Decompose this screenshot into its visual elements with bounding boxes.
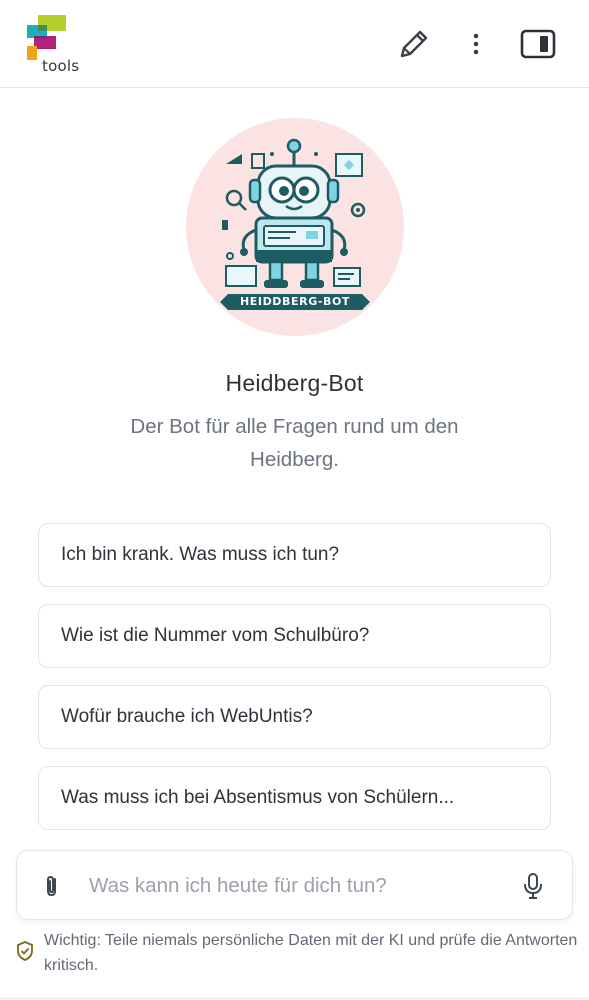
suggestion-list: Ich bin krank. Was muss ich tun? Wie ist… (38, 523, 551, 847)
chat-input[interactable] (89, 865, 509, 907)
bot-avatar: HEIDDBERG-BOT (186, 118, 404, 336)
sidebar-toggle-button[interactable] (518, 24, 558, 64)
bot-name: Heidberg-Bot (225, 370, 364, 396)
suggestion-button[interactable]: Wie ist die Nummer vom Schulbüro? (38, 604, 551, 668)
avatar-banner-text: HEIDDBERG-BOT (239, 295, 351, 308)
paperclip-icon (47, 875, 56, 897)
disclaimer-text: Wichtig: Teile niemals persönliche Daten… (44, 932, 578, 974)
pencil-icon (400, 30, 428, 58)
suggestion-button[interactable]: Wofür brauche ich WebUntis? (38, 685, 551, 749)
more-options-button[interactable] (456, 24, 496, 64)
suggestion-button[interactable]: Was muss ich bei Absentismus von Schüler… (38, 766, 551, 830)
more-vertical-icon (473, 33, 479, 55)
microphone-button[interactable] (519, 871, 547, 901)
attach-button[interactable] (39, 873, 65, 899)
edit-button[interactable] (394, 24, 434, 64)
shield-check-icon (15, 940, 35, 962)
suggestion-button[interactable]: Ich bin krank. Was muss ich tun? (38, 523, 551, 587)
chat-composer (16, 850, 573, 920)
microphone-icon (524, 873, 542, 899)
bot-description: Der Bot für alle Fragen rund um den Heid… (130, 415, 459, 471)
sidebar-toggle-icon (520, 29, 556, 59)
app-header: tools (0, 0, 589, 88)
logo-text: tools (42, 57, 80, 75)
